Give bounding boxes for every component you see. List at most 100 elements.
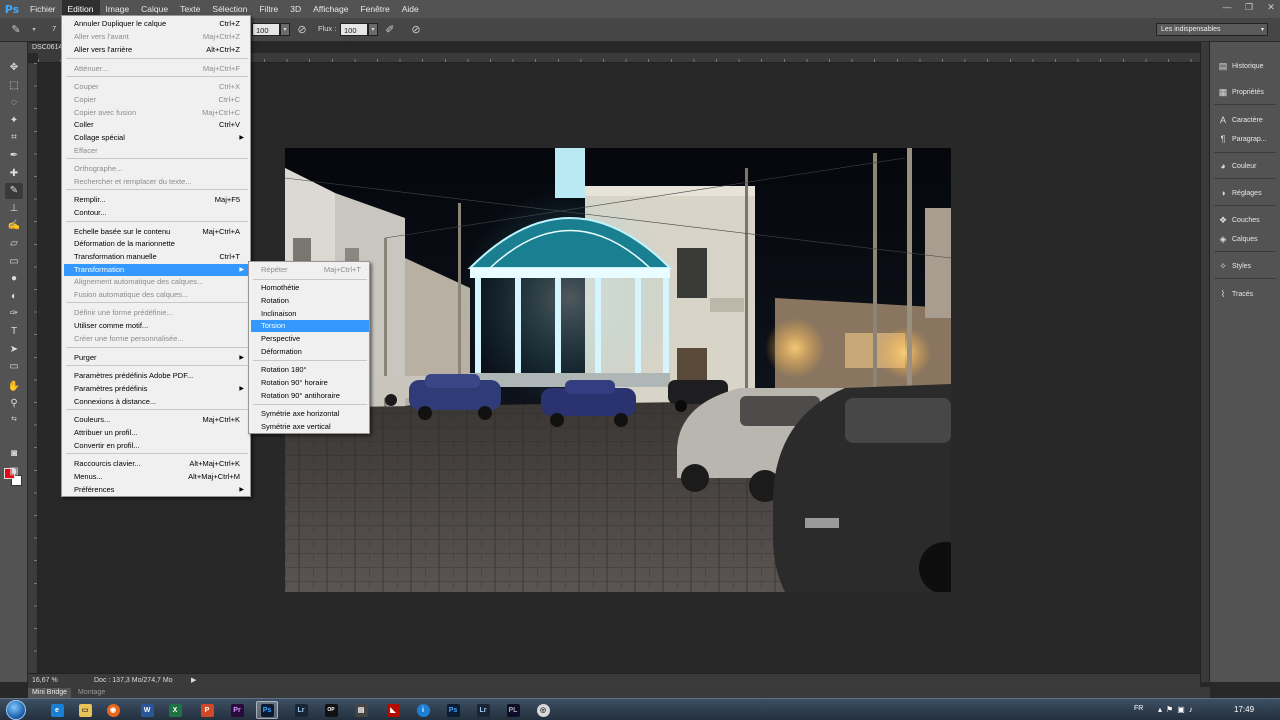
- info-taskbar-icon[interactable]: i: [412, 701, 434, 719]
- edit-menu-item[interactable]: Coller Ctrl+V: [64, 119, 250, 131]
- transform-menu-item[interactable]: Rotation 90° antihoraire: [251, 390, 369, 402]
- pressure-opacity-icon[interactable]: ⊘: [294, 22, 310, 38]
- edit-menu-item[interactable]: Connexions à distance...: [64, 396, 250, 408]
- explorer-taskbar-icon[interactable]: ▭: [74, 701, 96, 719]
- edit-menu-item[interactable]: Attribuer un profil...: [64, 427, 250, 439]
- pressure-size-icon[interactable]: ⊘: [408, 22, 424, 38]
- quick-mask-icon[interactable]: ◙: [5, 446, 23, 462]
- eyedropper-tool-icon[interactable]: ✒: [5, 148, 23, 164]
- panel-calques[interactable]: ◈ Calques: [1218, 232, 1258, 246]
- edit-menu-item[interactable]: Utiliser comme motif...: [64, 320, 250, 332]
- edit-menu-item[interactable]: Echelle basée sur le contenu Maj+Ctrl+A: [64, 226, 250, 238]
- edit-menu-item[interactable]: Couleurs... Maj+Ctrl+K: [64, 414, 250, 426]
- chevron-down-icon[interactable]: ▾: [26, 22, 42, 38]
- panel-styles[interactable]: ✧ Styles: [1218, 259, 1251, 273]
- edit-menu-item[interactable]: Transformation ▶: [64, 264, 250, 276]
- panel-couches[interactable]: ❖ Couches: [1218, 213, 1260, 227]
- screen-mode-icon[interactable]: ▣: [5, 464, 23, 480]
- prelude-taskbar-icon[interactable]: PL: [502, 701, 524, 719]
- hand-tool-icon[interactable]: ✋: [5, 379, 23, 395]
- word-taskbar-icon[interactable]: W: [136, 701, 158, 719]
- app-taskbar-icon[interactable]: ▤: [350, 701, 372, 719]
- transform-menu-item[interactable]: Perspective: [251, 333, 369, 345]
- marquee-tool-icon[interactable]: ⬚: [5, 78, 23, 94]
- zoom-level[interactable]: 16,67 %: [32, 677, 58, 684]
- vertical-ruler[interactable]: [28, 63, 38, 673]
- menu-aide[interactable]: Aide: [396, 0, 425, 18]
- quick-selection-tool-icon[interactable]: ✦: [5, 113, 23, 129]
- restore-icon[interactable]: ❐: [1244, 2, 1254, 12]
- opacity-dropdown-icon[interactable]: ▾: [280, 23, 290, 36]
- edit-menu-item[interactable]: Aller vers l'arrière Alt+Ctrl+Z: [64, 44, 250, 56]
- language-indicator[interactable]: FR: [1134, 705, 1143, 712]
- status-menu-arrow-icon[interactable]: ▶: [191, 676, 196, 684]
- transform-menu-item[interactable]: Torsion: [251, 320, 369, 332]
- ie-taskbar-icon[interactable]: e: [46, 701, 68, 719]
- transform-menu-item[interactable]: Symétrie axe vertical: [251, 421, 369, 433]
- edit-menu-item[interactable]: Déformation de la marionnette: [64, 238, 250, 250]
- workspace-selector[interactable]: Les indispensables ▾: [1156, 23, 1268, 36]
- type-tool-icon[interactable]: T: [5, 324, 23, 340]
- menu-filtre[interactable]: Filtre: [253, 0, 284, 18]
- transform-menu-item[interactable]: Déformation: [251, 346, 369, 358]
- transform-menu-item[interactable]: Rotation 90° horaire: [251, 377, 369, 389]
- panel-reglages[interactable]: ◑ Réglages: [1218, 186, 1261, 200]
- edit-menu-item[interactable]: Menus... Alt+Maj+Ctrl+M: [64, 471, 250, 483]
- blur-tool-icon[interactable]: ●: [5, 271, 23, 287]
- edit-menu-item[interactable]: Contour...: [64, 207, 250, 219]
- document-image[interactable]: [285, 148, 951, 592]
- powerpoint-taskbar-icon[interactable]: P: [196, 701, 218, 719]
- lightroom-alt-taskbar-icon[interactable]: Lr: [472, 701, 494, 719]
- panel-traces[interactable]: ⌇ Tracés: [1218, 287, 1253, 301]
- menu-fichier[interactable]: Fichier: [24, 0, 62, 18]
- gradient-tool-icon[interactable]: ▭: [5, 254, 23, 270]
- brush-tool-icon[interactable]: ✎: [5, 183, 23, 199]
- swap-colors-icon[interactable]: ⇆: [5, 412, 23, 428]
- opacity-input[interactable]: 100 %: [252, 23, 280, 48]
- panel-paragraphe[interactable]: ¶ Paragrap...: [1218, 132, 1267, 146]
- lasso-tool-icon[interactable]: ◌: [5, 95, 23, 111]
- crop-tool-icon[interactable]: ⌗: [5, 130, 23, 146]
- pen-tool-icon[interactable]: ✑: [5, 306, 23, 322]
- edit-menu-item[interactable]: Paramètres prédéfinis Adobe PDF...: [64, 370, 250, 382]
- airbrush-icon[interactable]: ✐: [382, 22, 398, 38]
- flow-input[interactable]: 100 %: [340, 23, 368, 48]
- acrobat-taskbar-icon[interactable]: ◣: [382, 701, 404, 719]
- premiere-taskbar-icon[interactable]: Pr: [226, 701, 248, 719]
- transform-menu-item[interactable]: Inclinaison: [251, 308, 369, 320]
- edit-menu-item[interactable]: Paramètres prédéfinis ▶: [64, 383, 250, 395]
- chrome-taskbar-icon[interactable]: ◎: [532, 701, 554, 719]
- menu-fenetre[interactable]: Fenêtre: [354, 0, 395, 18]
- menu-affichage[interactable]: Affichage: [307, 0, 354, 18]
- eraser-tool-icon[interactable]: ▱: [5, 236, 23, 252]
- tab-montage[interactable]: Montage: [74, 688, 109, 698]
- system-tray-icons[interactable]: ▴⚑▣♪: [1158, 705, 1197, 714]
- edit-menu-item[interactable]: Remplir... Maj+F5: [64, 194, 250, 206]
- dodge-tool-icon[interactable]: ◐: [5, 289, 23, 305]
- photoshop-taskbar-icon[interactable]: Ps: [256, 701, 278, 719]
- edit-menu-item[interactable]: Convertir en profil...: [64, 440, 250, 452]
- clock[interactable]: 17:49: [1234, 705, 1254, 714]
- path-selection-tool-icon[interactable]: ➤: [5, 342, 23, 358]
- zoom-tool-icon[interactable]: ⚲: [5, 396, 23, 412]
- edit-menu-item[interactable]: Transformation manuelle Ctrl+T: [64, 251, 250, 263]
- start-button[interactable]: [6, 700, 26, 720]
- close-icon[interactable]: ✕: [1266, 2, 1276, 12]
- clone-stamp-tool-icon[interactable]: ⊥: [5, 201, 23, 217]
- panel-proprietes[interactable]: ▦ Propriétés: [1218, 85, 1264, 99]
- rectangle-tool-icon[interactable]: ▭: [5, 359, 23, 375]
- panel-couleur[interactable]: ◕ Couleur: [1218, 159, 1256, 173]
- healing-brush-tool-icon[interactable]: ✚: [5, 166, 23, 182]
- minimize-icon[interactable]: —: [1222, 2, 1232, 12]
- menu-3d[interactable]: 3D: [284, 0, 307, 18]
- history-brush-tool-icon[interactable]: ✍: [5, 218, 23, 234]
- transform-menu-item[interactable]: Symétrie axe horizontal: [251, 408, 369, 420]
- transform-menu-item[interactable]: Rotation 180°: [251, 364, 369, 376]
- document-tab[interactable]: DSC0614: [28, 43, 64, 53]
- edit-menu-item[interactable]: Purger ▶: [64, 352, 250, 364]
- panel-historique[interactable]: ▤ Historique: [1218, 59, 1264, 73]
- lightroom-taskbar-icon[interactable]: Lr: [290, 701, 312, 719]
- edit-menu-item[interactable]: Annuler Dupliquer le calque Ctrl+Z: [64, 18, 250, 30]
- edit-menu-item[interactable]: Raccourcis clavier... Alt+Maj+Ctrl+K: [64, 458, 250, 470]
- panel-caractere[interactable]: A Caractère: [1218, 113, 1263, 127]
